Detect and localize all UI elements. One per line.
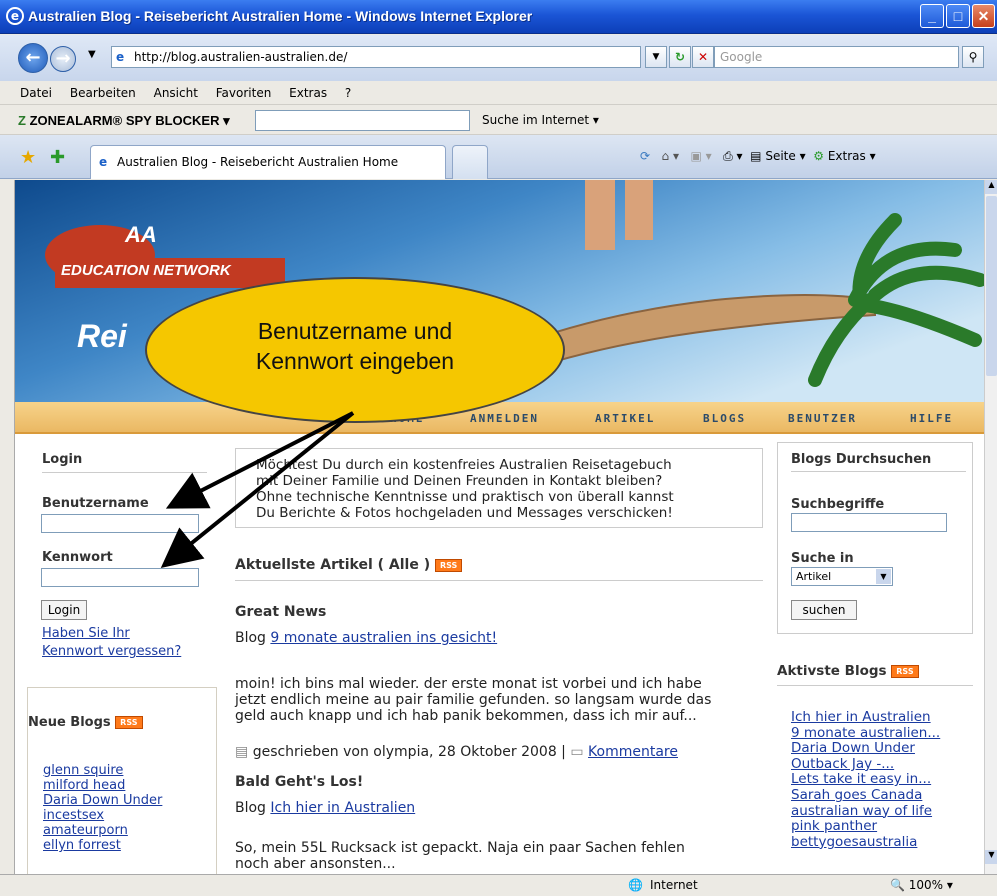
address-dropdown-button[interactable]: ▼ xyxy=(645,46,667,68)
ie-icon: e xyxy=(6,7,24,25)
window-title: Australien Blog - Reisebericht Australie… xyxy=(28,8,533,24)
add-favorite-icon[interactable]: ✚ xyxy=(50,147,65,168)
address-toolbar: ← → ▼ e http://blog.australien-australie… xyxy=(0,35,997,81)
address-url-text: http://blog.australien-australien.de/ xyxy=(134,50,348,64)
forward-button[interactable]: → xyxy=(50,46,76,72)
rss-feed-icon[interactable]: ▣ ▾ xyxy=(690,149,711,163)
tab-bar: ★ ✚ e Australien Blog - Reisebericht Aus… xyxy=(0,135,997,179)
menu-extras[interactable]: Extras xyxy=(289,86,327,100)
internet-zone-icon: 🌐 xyxy=(628,878,643,892)
scroll-up-icon[interactable]: ▲ xyxy=(985,180,997,194)
home-icon[interactable]: ⌂ ▾ xyxy=(662,149,679,163)
zoom-level[interactable]: 🔍 100% ▾ xyxy=(890,878,953,892)
zoom-value: 100% xyxy=(908,878,944,892)
maximize-button[interactable]: □ xyxy=(946,4,970,28)
menu-datei[interactable]: Datei xyxy=(20,86,52,100)
command-bar: ⟳ ⌂ ▾ ▣ ▾ ⎙ ▾ ▤ Seite ▾ ⚙ Extras ▾ xyxy=(640,149,876,164)
stop-button[interactable]: ✕ xyxy=(692,46,714,68)
close-button[interactable]: ✕ xyxy=(972,4,995,28)
search-input[interactable]: Google xyxy=(714,46,959,68)
callout-arrows xyxy=(160,411,355,569)
minimize-button[interactable]: _ xyxy=(920,4,944,28)
zonealarm-search-label: Suche im Internet xyxy=(482,113,590,127)
tab-active[interactable]: e Australien Blog - Reisebericht Austral… xyxy=(90,145,446,179)
page-icon: e xyxy=(116,50,125,64)
menu-bar: Datei Bearbeiten Ansicht Favoriten Extra… xyxy=(0,81,997,105)
title-bar: e Australien Blog - Reisebericht Austral… xyxy=(0,0,997,34)
extras-menu-label: Extras xyxy=(827,149,866,163)
status-bar: 🌐 Internet 🔍 100% ▾ xyxy=(0,874,997,896)
zonealarm-logo[interactable]: Z ZONEALARM® SPY BLOCKER ▾ xyxy=(18,113,230,129)
scroll-down-icon[interactable]: ▼ xyxy=(985,850,997,864)
tab-ie-icon: e xyxy=(99,155,108,169)
address-field[interactable]: e http://blog.australien-australien.de/ xyxy=(111,46,641,68)
refresh-button[interactable]: ↻ xyxy=(669,46,691,68)
zonealarm-logo-text: ZONEALARM® SPY BLOCKER xyxy=(29,113,220,128)
back-button[interactable]: ← xyxy=(18,43,48,73)
tab-active-label: Australien Blog - Reisebericht Australie… xyxy=(117,155,399,169)
new-tab-button[interactable] xyxy=(452,145,488,179)
menu-favoriten[interactable]: Favoriten xyxy=(216,86,272,100)
scroll-thumb[interactable] xyxy=(986,196,997,376)
zonealarm-search-input[interactable] xyxy=(255,110,470,131)
page-menu-label: Seite xyxy=(765,149,796,163)
page-viewport: AA EDUCATION NETWORK Rei HOME ANMELDEN A… xyxy=(14,180,984,874)
history-dropdown-icon[interactable]: ▼ xyxy=(88,49,96,60)
menu-ansicht[interactable]: Ansicht xyxy=(154,86,198,100)
page-menu[interactable]: ▤ Seite ▾ xyxy=(750,149,805,163)
menu-bearbeiten[interactable]: Bearbeiten xyxy=(70,86,136,100)
zonealarm-search-button[interactable]: Suche im Internet ▾ xyxy=(482,113,599,127)
menu-help[interactable]: ? xyxy=(345,86,351,100)
favorites-star-icon[interactable]: ★ xyxy=(20,147,36,168)
print-icon[interactable]: ⎙ ▾ xyxy=(723,149,742,163)
feeds-icon[interactable]: ⟳ xyxy=(640,149,650,163)
extras-menu[interactable]: ⚙ Extras ▾ xyxy=(813,149,875,163)
zonealarm-toolbar: Z ZONEALARM® SPY BLOCKER ▾ Suche im Inte… xyxy=(0,105,997,135)
search-icon[interactable]: ⚲ xyxy=(962,46,984,68)
vertical-scrollbar[interactable]: ▲ ▼ xyxy=(984,180,997,874)
zone-label: Internet xyxy=(650,878,698,892)
